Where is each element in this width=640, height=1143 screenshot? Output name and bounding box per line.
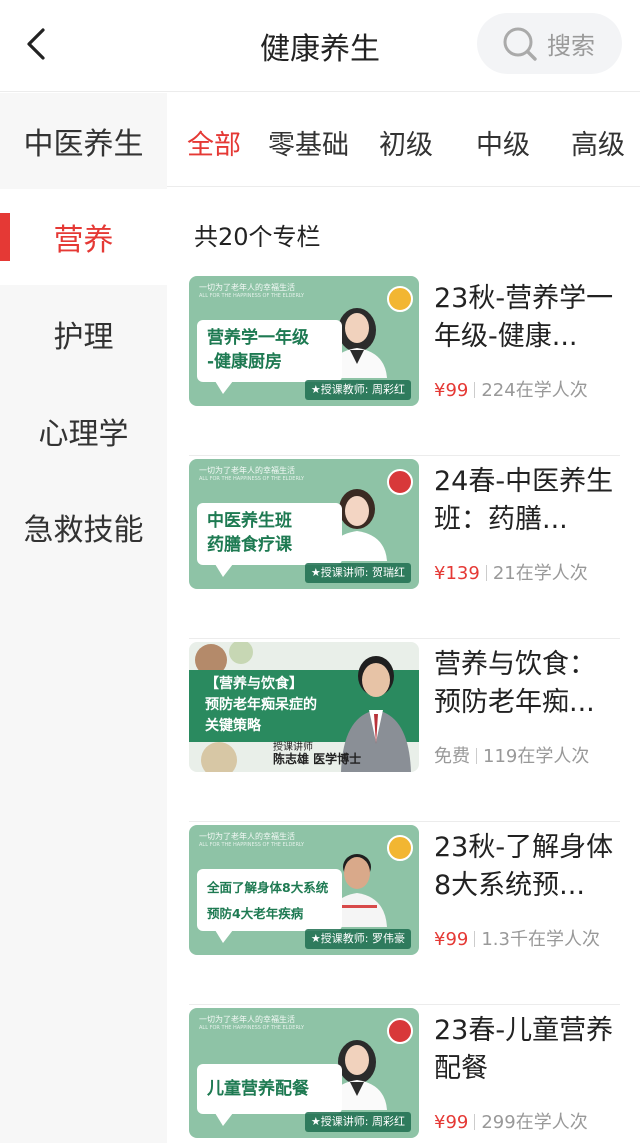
course-learners: 21在学人次 — [492, 563, 588, 584]
thumb-line: 全面了解身体8大系统 — [207, 880, 329, 895]
course-card[interactable]: 一切为了老年人的幸福生活 ALL FOR THE HAPPINESS OF TH… — [189, 825, 620, 1005]
course-meta: ¥99 1.3千在学人次 — [434, 925, 600, 951]
badge-icon — [387, 286, 413, 312]
course-thumbnail: 一切为了老年人的幸福生活 ALL FOR THE HAPPINESS OF TH… — [189, 825, 419, 955]
tab-advanced[interactable]: 高级 — [571, 123, 625, 162]
course-card[interactable]: 一切为了老年人的幸福生活 ALL FOR THE HAPPINESS OF TH… — [189, 1008, 620, 1143]
thumb-line: 儿童营养配餐 — [207, 1079, 309, 1099]
course-thumbnail: 一切为了老年人的幸福生活 ALL FOR THE HAPPINESS OF TH… — [189, 459, 419, 589]
thumb-line: 药膳食疗课 — [207, 535, 292, 555]
title-bubble: 营养学一年级 -健康厨房 — [197, 320, 342, 394]
title-bubble: 中医养生班 药膳食疗课 — [197, 503, 342, 577]
sidebar-item-label: 急救技能 — [23, 513, 144, 548]
course-title: 23秋-营养学一年级-健康... — [434, 283, 614, 352]
sidebar-item-psychology[interactable]: 心理学 — [0, 383, 167, 479]
tab-beginner-zero[interactable]: 零基础 — [268, 123, 349, 162]
banner-slogan-en: ALL FOR THE HAPPINESS OF THE ELDERLY — [199, 1025, 305, 1031]
sidebar-item-chinese-medicine[interactable]: 中医养生 — [0, 93, 167, 189]
course-card[interactable]: 【营养与饮食】 预防老年痴呆症的 关键策略 授课讲师 陈志雄 医学博士 营养与饮… — [189, 642, 620, 822]
thumb-line: 【营养与饮食】 — [205, 676, 303, 692]
divider — [189, 1004, 620, 1005]
course-learners: 119在学人次 — [483, 746, 590, 767]
back-button[interactable] — [14, 22, 58, 66]
banner-slogan-en: ALL FOR THE HAPPINESS OF THE ELDERLY — [199, 842, 305, 848]
level-tabs: 全部 零基础 初级 中级 高级 — [167, 93, 640, 187]
category-sidebar: 中医养生 营养 护理 心理学 急救技能 — [0, 93, 167, 1143]
course-title: 23春-儿童营养配餐 — [434, 1015, 614, 1084]
course-thumbnail: 【营养与饮食】 预防老年痴呆症的 关键策略 授课讲师 陈志雄 医学博士 — [189, 642, 419, 772]
title-bubble: 全面了解身体8大系统 预防4大老年疾病 — [197, 869, 342, 943]
banner-slogan: 一切为了老年人的幸福生活 — [199, 466, 295, 475]
tab-elementary[interactable]: 初级 — [379, 123, 433, 162]
thumb-line: 预防老年痴呆症的 — [205, 697, 317, 713]
course-meta: ¥99 299在学人次 — [434, 1108, 588, 1134]
course-meta: ¥139 21在学人次 — [434, 559, 588, 585]
course-title: 营养与饮食：预防老年痴... — [434, 649, 596, 718]
teacher-label: ★授课讲师: 贺瑞红 — [304, 563, 411, 583]
badge-icon — [387, 835, 413, 861]
course-meta: ¥99 224在学人次 — [434, 376, 588, 402]
chevron-left-icon — [27, 28, 45, 60]
banner-slogan: 一切为了老年人的幸福生活 — [199, 1015, 295, 1024]
divider — [189, 821, 620, 822]
course-price: ¥139 — [434, 563, 480, 584]
course-title: 23秋-了解身体8大系统预... — [434, 832, 614, 901]
course-price: ¥99 — [434, 1112, 469, 1133]
banner-slogan-en: ALL FOR THE HAPPINESS OF THE ELDERLY — [199, 293, 305, 299]
course-price: ¥99 — [434, 929, 469, 950]
badge-icon — [387, 1018, 413, 1044]
course-learners: 224在学人次 — [481, 380, 588, 401]
course-learners: 1.3千在学人次 — [481, 929, 600, 950]
banner-slogan: 一切为了老年人的幸福生活 — [199, 283, 295, 292]
divider — [189, 455, 620, 456]
thumb-line: 中医养生班 — [207, 511, 292, 531]
sidebar-item-label: 心理学 — [38, 417, 129, 452]
lecturer-name: 陈志雄 医学博士 — [273, 752, 362, 766]
course-price: ¥99 — [434, 380, 469, 401]
sidebar-item-label: 营养 — [53, 223, 114, 258]
course-thumbnail: 一切为了老年人的幸福生活 ALL FOR THE HAPPINESS OF TH… — [189, 1008, 419, 1138]
sidebar-item-nutrition[interactable]: 营养 — [0, 189, 167, 285]
search-label: 搜索 — [547, 32, 595, 60]
course-thumbnail: 一切为了老年人的幸福生活 ALL FOR THE HAPPINESS OF TH… — [189, 276, 419, 406]
badge-icon — [387, 469, 413, 495]
banner-slogan: 一切为了老年人的幸福生活 — [199, 832, 295, 841]
course-card[interactable]: 一切为了老年人的幸福生活 ALL FOR THE HAPPINESS OF TH… — [189, 276, 620, 456]
teacher-label: ★授课教师: 周彩红 — [304, 380, 411, 400]
course-price: 免费 — [434, 746, 470, 767]
thumb-line: 营养学一年级 — [207, 328, 309, 348]
course-count: 共20个专栏 — [194, 223, 321, 251]
sidebar-item-label: 护理 — [53, 320, 114, 355]
teacher-label: ★授课讲师: 周彩红 — [304, 1112, 411, 1132]
search-icon — [503, 27, 537, 61]
tab-all[interactable]: 全部 — [187, 123, 241, 162]
sidebar-item-nursing[interactable]: 护理 — [0, 286, 167, 382]
thumb-line: -健康厨房 — [207, 352, 283, 372]
divider — [189, 638, 620, 639]
course-learners: 299在学人次 — [481, 1112, 588, 1133]
course-title: 24春-中医养生班：药膳... — [434, 466, 614, 535]
tab-intermediate[interactable]: 中级 — [476, 123, 530, 162]
search-button[interactable]: 搜索 — [477, 13, 622, 74]
top-bar: 健康养生 搜索 — [0, 0, 640, 92]
course-meta: 免费 119在学人次 — [434, 742, 589, 768]
thumb-line: 关键策略 — [205, 718, 261, 734]
title-bubble: 儿童营养配餐 — [197, 1064, 342, 1126]
banner-slogan-en: ALL FOR THE HAPPINESS OF THE ELDERLY — [199, 476, 305, 482]
course-card[interactable]: 一切为了老年人的幸福生活 ALL FOR THE HAPPINESS OF TH… — [189, 459, 620, 639]
thumb-line: 预防4大老年疾病 — [207, 906, 304, 921]
teacher-label: ★授课教师: 罗伟豪 — [304, 929, 411, 949]
active-indicator — [0, 213, 10, 261]
sidebar-item-label: 中医养生 — [23, 127, 144, 162]
sidebar-item-first-aid[interactable]: 急救技能 — [0, 479, 167, 575]
